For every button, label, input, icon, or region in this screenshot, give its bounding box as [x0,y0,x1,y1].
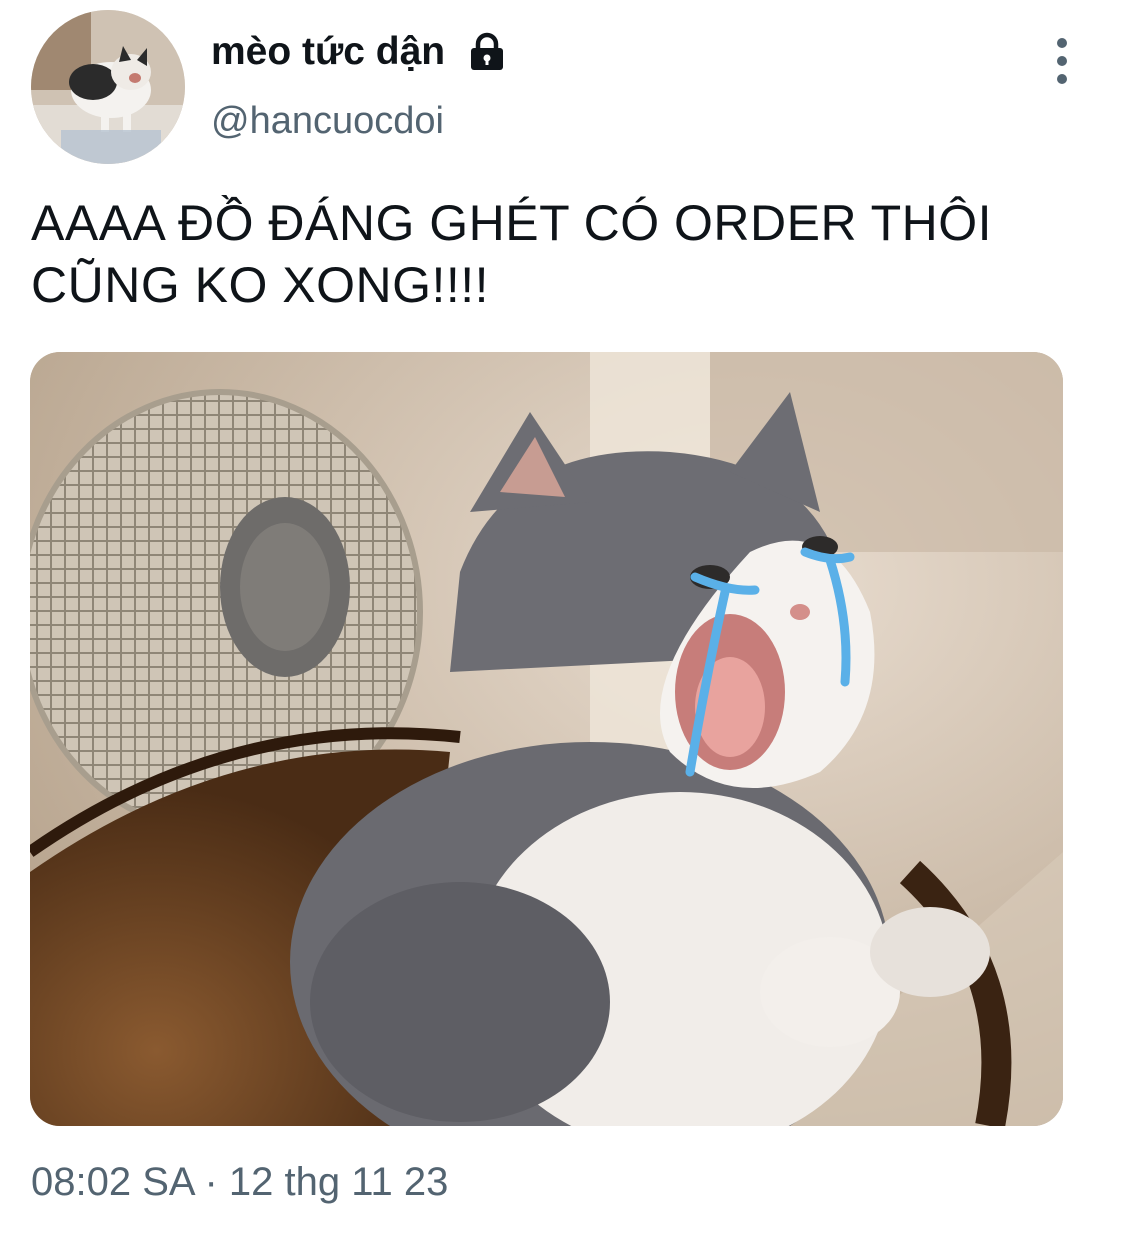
more-dot [1057,38,1067,48]
tweet-text: AAAA ĐỒ ĐÁNG GHÉT CÓ ORDER THÔI CŨNG KO … [31,195,993,313]
user-handle[interactable]: @hancuocdoi [211,98,444,144]
tweet-timestamp[interactable]: 08:02 SA · 12 thg 11 23 [31,1158,448,1206]
tweet-media[interactable] [30,352,1063,1126]
more-dot [1057,74,1067,84]
more-vertical-icon[interactable] [1040,38,1084,84]
display-name[interactable]: mèo tức dận [211,28,445,76]
crying-cat-photo [30,352,1063,1126]
more-dot [1057,56,1067,66]
tweet: mèo tức dận @hancuocdoi AAAA ĐỒ ĐÁNG GHÉ… [0,0,1125,1239]
cat-avatar-image [31,10,185,164]
lock-icon [467,32,507,72]
avatar[interactable] [31,10,185,164]
display-name-row[interactable]: mèo tức dận [211,28,507,76]
